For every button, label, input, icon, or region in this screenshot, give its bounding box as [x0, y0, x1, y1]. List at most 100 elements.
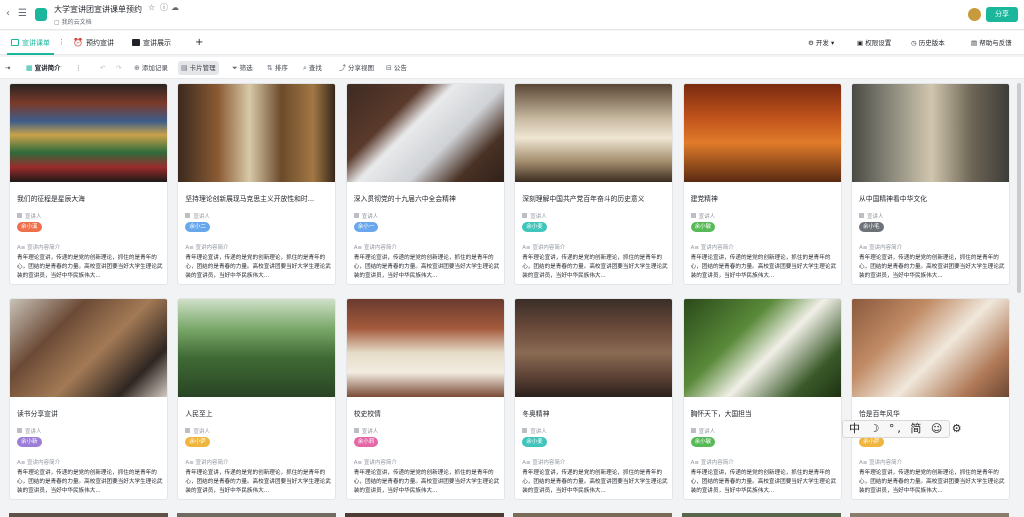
share-button[interactable]: 分享: [986, 7, 1018, 22]
gallery-card[interactable]: 建党精神 宣讲人 余小敏 A≡ 宣讲内容简介 青年理论宣讲，传递的是党的创新理论，抓住的…: [682, 83, 842, 285]
menu-icon[interactable]: ☰: [18, 9, 27, 19]
gallery-card[interactable]: 胸怀天下，大国担当 宣讲人 余小敏 A≡ 宣讲内容简介 青年理论宣讲，传递的是党的创新理…: [682, 298, 842, 500]
text-field-icon: A≡: [185, 245, 196, 251]
field-label: 宣讲内容简介: [869, 245, 903, 251]
text-field-icon: A≡: [859, 245, 870, 251]
tab-booking[interactable]: ⏰ 预约宣讲: [73, 31, 114, 55]
speaker-tag: 余小莉: [353, 437, 379, 447]
filter-button[interactable]: ⏷ 筛选: [232, 57, 253, 79]
scrollbar[interactable]: [1017, 83, 1021, 293]
back-icon[interactable]: ‹: [6, 9, 10, 19]
text-field-icon: A≡: [522, 245, 533, 251]
card-cover-image: [852, 299, 1009, 397]
gallery-card[interactable]: 人民至上 宣讲人 余小萨 A≡ 宣讲内容简介 青年理论宣讲，传递的是党的创新理论，抓住的…: [177, 298, 337, 500]
card-image-partial: [850, 513, 1009, 517]
share-view-button[interactable]: ⤴ 分享视图: [339, 57, 374, 79]
view-more-icon[interactable]: ⋮: [75, 57, 82, 79]
card-description: 青年理论宣讲，传递的是党的创新理论，抓住的是青年的心，团结的是青春的力量。高校宣…: [522, 255, 668, 279]
clock-icon: ◷: [911, 39, 919, 47]
cloud-icon[interactable]: ☁: [171, 4, 179, 12]
field-label-content: A≡ 宣讲内容简介: [185, 458, 228, 466]
version-history[interactable]: ◷ 历史版本: [911, 31, 945, 55]
plus-circle-icon: ⊕: [134, 64, 140, 72]
tab-label: 宣讲课单: [22, 39, 50, 47]
field-label-content: A≡ 宣讲内容简介: [17, 458, 60, 466]
field-label: 宣讲人: [530, 214, 547, 220]
field-label-speaker: 宣讲人: [17, 212, 42, 220]
field-label-speaker: 宣讲人: [859, 212, 884, 220]
speaker-tag: 余小敏: [690, 222, 716, 232]
gallery-card[interactable]: 坚持理论创新展现马克思主义开放性和时... 宣讲人 余小二 A≡ 宣讲内容简介 青年理论…: [177, 83, 337, 285]
card-settings-button[interactable]: ▤ 卡片管理: [178, 61, 219, 75]
info-icon[interactable]: ⓘ: [160, 4, 168, 12]
field-label: 宣讲内容简介: [195, 460, 229, 466]
star-icon[interactable]: ☆: [148, 4, 155, 12]
gallery-card[interactable]: 冬奥精神 宣讲人 余小麦 A≡ 宣讲内容简介 青年理论宣讲，传递的是党的创新理论，抓住的…: [514, 298, 674, 500]
breadcrumb[interactable]: ▢ 我的云文档: [54, 17, 92, 26]
tab-more-icon[interactable]: ⋮: [58, 39, 65, 46]
add-tab-button[interactable]: +: [195, 31, 203, 55]
field-label: 宣讲人: [867, 214, 884, 220]
field-label-content: A≡ 宣讲内容简介: [859, 243, 902, 251]
card-image-partial: [9, 513, 168, 517]
dev-menu[interactable]: ⚙ 开发 ▾: [808, 31, 834, 55]
person-field-icon: [353, 213, 359, 218]
doc-title[interactable]: 大学宣讲团宣讲课单预约: [54, 4, 142, 15]
card-cover-image: [852, 84, 1009, 182]
tab-label: 宣讲展示: [143, 39, 171, 47]
filter-icon: ⏷: [232, 64, 238, 72]
card-cover-image: [515, 84, 673, 182]
field-label: 宣讲人: [361, 429, 379, 435]
gallery-card[interactable]: 读书分享宣讲 宣讲人 余小新 A≡ 宣讲内容简介 青年理论宣讲，传递的是党的创新理论，抓…: [9, 298, 168, 500]
field-label-content: A≡ 宣讲内容简介: [185, 243, 228, 251]
speaker-tag: 余小新: [17, 437, 42, 447]
text-field-icon: A≡: [690, 245, 701, 251]
gallery-card[interactable]: 校史校情 宣讲人 余小莉 A≡ 宣讲内容简介 青年理论宣讲，传递的是党的创新理论，抓住的…: [345, 298, 505, 500]
table-tabs: 宣讲课单 ⋮ ⏰ 预约宣讲 宣讲展示 + ⚙ 开发 ▾ ▣ 权限设置 ◷ 历史版本…: [0, 31, 1024, 55]
person-field-icon: [17, 213, 22, 218]
title-bar: ‹ ☰ 大学宣讲团宣讲课单预约 ☆ ⓘ ☁ ▢ 我的云文档 分享: [0, 0, 1024, 30]
person-field-icon: [690, 213, 696, 218]
menu-label: 历史版本: [918, 39, 945, 47]
gallery-card[interactable]: 从中国精神看中华文化 宣讲人 余小毛 A≡ 宣讲内容简介 青年理论宣讲，传递的是党的创新…: [851, 83, 1010, 285]
button-label: 查找: [308, 64, 322, 72]
field-label-speaker: 宣讲人: [353, 427, 379, 435]
help-icon: ▤: [971, 39, 980, 47]
card-cover-image: [515, 299, 673, 397]
undo-icon[interactable]: ↶: [100, 57, 105, 79]
card-cover-image: [10, 299, 167, 397]
button-label: 排序: [274, 64, 288, 72]
sort-icon: ⇅: [267, 64, 273, 72]
field-label-content: A≡ 宣讲内容简介: [522, 243, 565, 251]
tab-showcase[interactable]: 宣讲展示: [132, 31, 171, 55]
button-label: 卡片管理: [189, 64, 216, 72]
ime-toolbar[interactable]: 中 ☽ °, 简 ☺ ⚙: [842, 420, 962, 438]
field-label: 宣讲人: [361, 214, 379, 220]
gallery-card[interactable]: 深刻理解中国共产党百年奋斗的历史意义 宣讲人 余小麦 A≡ 宣讲内容简介 青年理论宣讲，…: [514, 83, 674, 285]
notice-button[interactable]: ⊟ 公告: [386, 57, 407, 79]
avatar[interactable]: [968, 8, 981, 21]
field-label: 宣讲内容简介: [700, 245, 734, 251]
speaker-tag: 余小敏: [690, 437, 716, 447]
tab-lecture-list[interactable]: 宣讲课单: [7, 31, 54, 55]
field-label: 宣讲人: [698, 214, 716, 220]
person-field-icon: [353, 428, 359, 433]
card-description: 青年理论宣讲，传递的是党的创新理论，抓住的是青年的心，团结的是青春的力量。高校宣…: [17, 470, 163, 494]
gallery-card[interactable]: 深入贯彻党的十九届六中全会精神 宣讲人 余小一 A≡ 宣讲内容简介 青年理论宣讲，传递的…: [345, 83, 505, 285]
redo-icon[interactable]: ↷: [116, 57, 121, 79]
find-button[interactable]: ⌕ 查找: [303, 57, 322, 79]
card-image-partial: [513, 513, 672, 517]
text-field-icon: A≡: [859, 460, 870, 466]
gallery-card[interactable]: 恰是百年风华宣讲人余小萨A≡ 宣讲内容简介青年理论宣讲，传递的是党的创新理论，抓…: [851, 298, 1010, 500]
sidebar-toggle-icon[interactable]: ⇥: [5, 57, 10, 79]
add-record-button[interactable]: ⊕ 添加记录: [134, 57, 168, 79]
view-selector[interactable]: ▦ 宣讲简介: [26, 57, 61, 79]
sort-button[interactable]: ⇅ 排序: [267, 57, 288, 79]
speaker-tag: 余小二: [185, 222, 210, 232]
permission-settings[interactable]: ▣ 权限设置: [857, 31, 891, 55]
gallery-card[interactable]: 我们的征程是星辰大海 宣讲人 余小溪 A≡ 宣讲内容简介 青年理论宣讲，传递的是党的创新…: [9, 83, 168, 285]
person-field-icon: [690, 428, 696, 433]
help-feedback[interactable]: ▤ 帮助与反馈: [971, 31, 1012, 55]
folder-icon: ▢: [54, 19, 62, 26]
card-description: 青年理论宣讲，传递的是党的创新理论，抓住的是青年的心，团结的是青春的力量。高校宣…: [353, 470, 500, 494]
